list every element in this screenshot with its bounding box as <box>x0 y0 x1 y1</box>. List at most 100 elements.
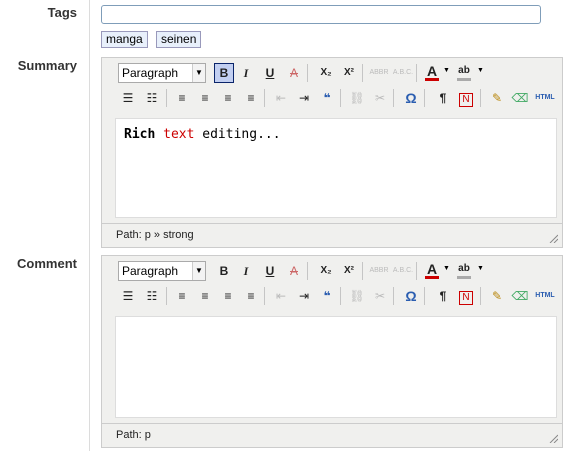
summary-toolbar-row-1: Paragraph ▼ B I U A X₂ X² ABBR A.B.C. A … <box>102 58 562 85</box>
indent-icon[interactable]: ⇥ <box>294 88 314 108</box>
strikethrough-button[interactable]: A <box>284 261 304 281</box>
cleanup-broom-icon[interactable]: ✎ <box>487 286 507 306</box>
acronym-button[interactable]: A.B.C. <box>392 63 414 83</box>
chevron-down-icon[interactable]: ▼ <box>477 265 484 272</box>
link-icon[interactable]: ⛓ <box>347 286 367 306</box>
toolbar-separator <box>416 262 417 280</box>
bullet-list-icon[interactable]: ☰ <box>118 88 138 108</box>
blockquote-icon[interactable]: ❝ <box>317 286 337 306</box>
align-center-icon[interactable]: ≡ <box>195 286 215 306</box>
align-left-icon[interactable]: ≡ <box>172 286 192 306</box>
numbered-list-icon[interactable]: ☷ <box>142 286 162 306</box>
format-select-value: Paragraph <box>122 264 179 278</box>
summary-edit-area[interactable]: Rich text editing... <box>115 118 557 218</box>
chevron-down-icon[interactable]: ▼ <box>443 67 450 74</box>
eraser-icon[interactable]: ⌫ <box>510 286 530 306</box>
italic-button[interactable]: I <box>236 63 256 83</box>
cleanup-broom-icon[interactable]: ✎ <box>487 88 507 108</box>
underline-button[interactable]: U <box>260 261 280 281</box>
summary-label: Summary <box>17 58 77 73</box>
forecolor-bar <box>425 276 439 279</box>
bold-button[interactable]: B <box>214 261 234 281</box>
forecolor-bar <box>425 78 439 81</box>
blockquote-icon[interactable]: ❝ <box>317 88 337 108</box>
toolbar-separator <box>340 89 341 107</box>
format-select-value: Paragraph <box>122 66 179 80</box>
align-left-icon[interactable]: ≡ <box>172 88 192 108</box>
visualchars-button[interactable]: ¶ <box>433 88 453 108</box>
indent-icon[interactable]: ⇥ <box>294 286 314 306</box>
format-select[interactable]: Paragraph ▼ <box>118 261 206 281</box>
chevron-down-icon: ▼ <box>192 64 205 82</box>
chevron-down-icon[interactable]: ▼ <box>443 265 450 272</box>
toolbar-separator <box>362 64 363 82</box>
underline-button[interactable]: U <box>260 63 280 83</box>
superscript-button[interactable]: X² <box>339 261 359 281</box>
plain-text: editing... <box>202 127 281 142</box>
outdent-icon[interactable]: ⇤ <box>271 88 291 108</box>
align-right-icon[interactable]: ≡ <box>218 88 238 108</box>
html-source-button[interactable]: HTML <box>533 88 557 108</box>
summary-statusbar: Path: p » strong <box>102 223 562 247</box>
red-text: text <box>163 127 195 142</box>
forecolor-icon: A <box>426 63 438 79</box>
comment-label: Comment <box>17 256 77 271</box>
acronym-button[interactable]: A.B.C. <box>392 261 414 281</box>
chevron-down-icon: ▼ <box>192 262 205 280</box>
html-source-button[interactable]: HTML <box>533 286 557 306</box>
bold-button[interactable]: B <box>214 63 234 83</box>
charmap-button[interactable]: Ω <box>401 286 421 306</box>
toolbar-separator <box>416 64 417 82</box>
element-path: Path: p » strong <box>116 229 194 241</box>
backcolor-button[interactable]: ab <box>454 61 474 81</box>
align-right-icon[interactable]: ≡ <box>218 286 238 306</box>
remove-format-icon[interactable]: N <box>456 88 476 108</box>
toolbar-separator <box>393 89 394 107</box>
comment-edit-area[interactable] <box>115 316 557 418</box>
outdent-icon[interactable]: ⇤ <box>271 286 291 306</box>
charmap-button[interactable]: Ω <box>401 88 421 108</box>
tag-chip[interactable]: manga <box>101 31 148 48</box>
superscript-button[interactable]: X² <box>339 63 359 83</box>
toolbar-separator <box>166 287 167 305</box>
italic-button[interactable]: I <box>236 261 256 281</box>
subscript-button[interactable]: X₂ <box>316 63 336 83</box>
resize-handle-icon[interactable] <box>548 433 558 443</box>
abbr-button[interactable]: ABBR <box>369 261 389 281</box>
tags-label: Tags <box>47 5 77 20</box>
bullet-list-icon[interactable]: ☰ <box>118 286 138 306</box>
backcolor-button[interactable]: ab <box>454 259 474 279</box>
strikethrough-button[interactable]: A <box>284 63 304 83</box>
backcolor-icon: ab <box>458 263 470 274</box>
link-icon[interactable]: ⛓ <box>347 88 367 108</box>
forecolor-icon: A <box>426 261 438 277</box>
comment-toolbar-row-1: Paragraph ▼ B I U A X₂ X² ABBR A.B.C. A … <box>102 256 562 283</box>
remove-format-icon[interactable]: N <box>456 286 476 306</box>
element-path: Path: p <box>116 429 151 441</box>
comment-editor: Paragraph ▼ B I U A X₂ X² ABBR A.B.C. A … <box>101 255 563 448</box>
visualchars-button[interactable]: ¶ <box>433 286 453 306</box>
format-select[interactable]: Paragraph ▼ <box>118 63 206 83</box>
align-justify-icon[interactable]: ≡ <box>241 286 261 306</box>
resize-handle-icon[interactable] <box>548 233 558 243</box>
chevron-down-icon[interactable]: ▼ <box>477 67 484 74</box>
toolbar-separator <box>480 89 481 107</box>
align-center-icon[interactable]: ≡ <box>195 88 215 108</box>
numbered-list-icon[interactable]: ☷ <box>142 88 162 108</box>
eraser-icon[interactable]: ⌫ <box>510 88 530 108</box>
unlink-icon[interactable]: ✂ <box>370 88 390 108</box>
abbr-button[interactable]: ABBR <box>369 63 389 83</box>
toolbar-separator <box>424 287 425 305</box>
forecolor-button[interactable]: A <box>422 259 442 279</box>
tags-input[interactable] <box>101 5 541 24</box>
subscript-button[interactable]: X₂ <box>316 261 336 281</box>
comment-statusbar: Path: p <box>102 423 562 447</box>
label-column: Tags Summary Comment <box>0 0 90 451</box>
backcolor-icon: ab <box>458 65 470 76</box>
align-justify-icon[interactable]: ≡ <box>241 88 261 108</box>
summary-content: Rich text editing... <box>124 127 281 142</box>
forecolor-button[interactable]: A <box>422 61 442 81</box>
tag-chip[interactable]: seinen <box>156 31 202 48</box>
unlink-icon[interactable]: ✂ <box>370 286 390 306</box>
remove-format-glyph: N <box>459 93 473 107</box>
